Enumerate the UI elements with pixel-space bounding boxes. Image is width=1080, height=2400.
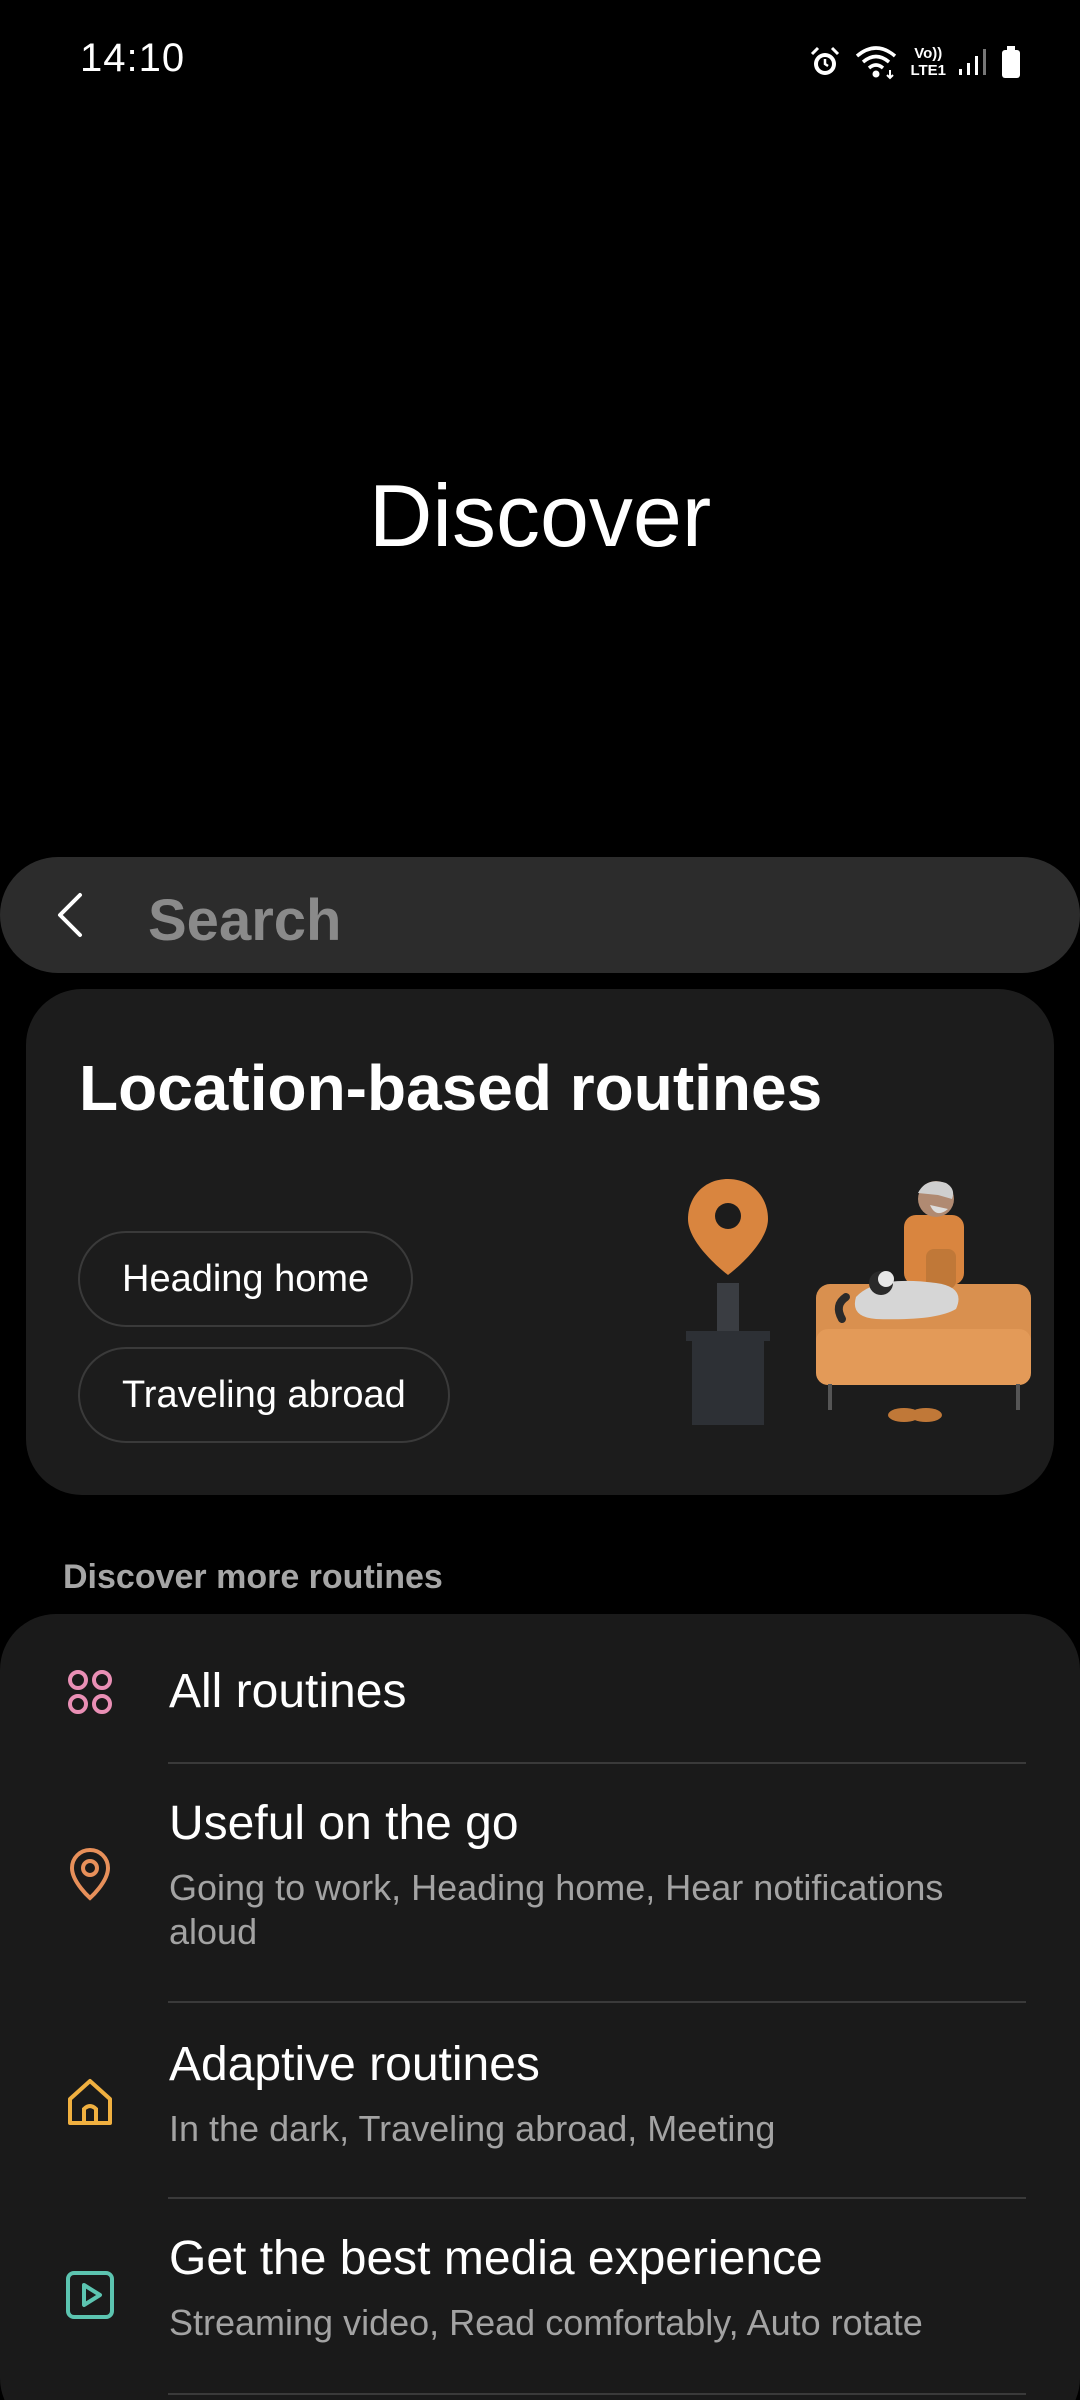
location-card-title: Location-based routines xyxy=(79,1052,823,1124)
list-item-title: All routines xyxy=(169,1665,407,1718)
list-item-adaptive-routines[interactable]: Adaptive routines In the dark, Traveling… xyxy=(0,2003,1080,2199)
status-time: 14:10 xyxy=(80,36,186,80)
chip-heading-home[interactable]: Heading home xyxy=(78,1231,414,1327)
list-item-media-experience[interactable]: Get the best media experience Streaming … xyxy=(0,2199,1080,2395)
list-item-subtitle: In the dark, Traveling abroad, Meeting xyxy=(169,2108,776,2149)
list-item-title: Useful on the go xyxy=(169,1797,519,1850)
location-illustration xyxy=(686,1179,1031,1425)
list-item-title: Adaptive routines xyxy=(169,2038,540,2091)
list-item-useful-on-the-go[interactable]: Useful on the go Going to work, Heading … xyxy=(0,1764,1080,2002)
list-item-subtitle: Going to work, Heading home, Hear notifi… xyxy=(169,1867,944,1952)
discover-more-list: All routines Useful on the go Going to w… xyxy=(0,1614,1080,2400)
grid-icon xyxy=(68,1670,112,1714)
signal-icon xyxy=(959,49,986,75)
volte-label: Vo)) xyxy=(914,45,943,62)
search-input[interactable]: Search xyxy=(148,887,341,954)
location-routines-card: Location-based routines Heading home Tra… xyxy=(26,989,1054,1495)
location-pin-icon xyxy=(69,1847,111,1901)
status-icons: Vo)) LTE1 xyxy=(808,40,1022,84)
screen: 14:10 Vo)) LTE1 Discover Search Location… xyxy=(0,0,1080,2400)
home-icon xyxy=(68,2079,112,2125)
list-item-title: Get the best media experience xyxy=(169,2232,823,2285)
list-item-subtitle: Streaming video, Read comfortably, Auto … xyxy=(169,2302,923,2343)
status-bar: 14:10 Vo)) LTE1 xyxy=(0,0,1080,120)
search-bar[interactable]: Search xyxy=(0,857,1080,973)
volte-lte-icon: Vo)) LTE1 xyxy=(910,45,946,79)
discover-more-header: Discover more routines xyxy=(63,1558,443,1596)
lte-label: LTE1 xyxy=(910,62,946,79)
play-icon xyxy=(66,2271,114,2319)
chip-traveling-abroad[interactable]: Traveling abroad xyxy=(78,1347,450,1443)
wifi-icon xyxy=(856,46,897,80)
page-title: Discover xyxy=(368,466,712,565)
chevron-left-icon[interactable] xyxy=(50,891,90,939)
alarm-icon xyxy=(811,46,840,75)
list-item-all-routines[interactable]: All routines xyxy=(0,1614,1080,1764)
battery-icon xyxy=(1002,46,1020,78)
divider xyxy=(168,2393,1026,2395)
